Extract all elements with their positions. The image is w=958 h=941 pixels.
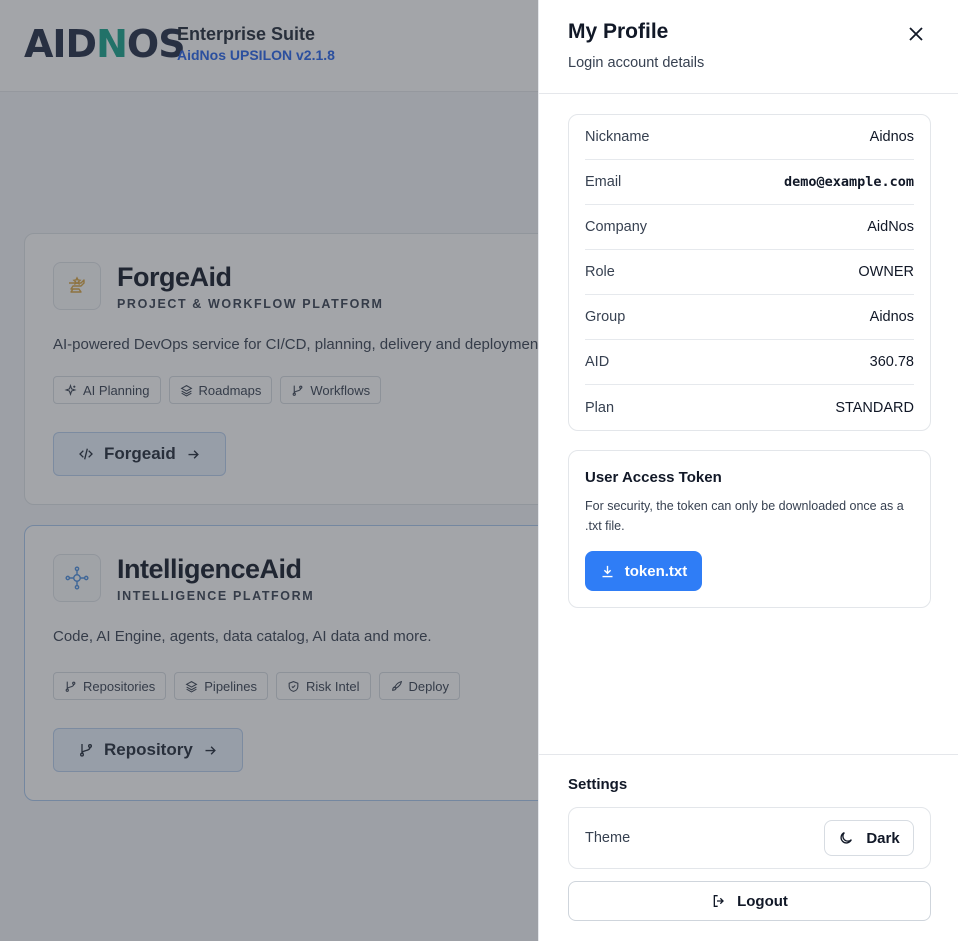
drawer-subtitle: Login account details: [568, 55, 705, 71]
profile-details: Nickname Aidnos Email demo@example.com C…: [568, 114, 931, 431]
theme-label: Theme: [585, 830, 631, 846]
logout-button[interactable]: Logout: [568, 881, 931, 921]
token-title: User Access Token: [585, 469, 722, 486]
download-token-button[interactable]: token.txt: [585, 551, 702, 591]
divider: [539, 754, 958, 755]
theme-toggle-button[interactable]: Dark: [824, 820, 914, 856]
theme-setting: Theme Dark: [568, 807, 931, 869]
close-icon: [909, 27, 923, 41]
profile-row-email: Email demo@example.com: [585, 160, 914, 205]
download-icon: [602, 565, 613, 577]
profile-row-aid: AID 360.78: [585, 340, 914, 385]
moon-icon: [840, 832, 853, 844]
profile-row-company: Company AidNos: [585, 205, 914, 250]
logout-icon: [713, 895, 725, 907]
profile-row-role: Role OWNER: [585, 250, 914, 295]
access-token-section: User Access Token For security, the toke…: [568, 450, 931, 608]
profile-row-group: Group Aidnos: [585, 295, 914, 340]
close-button[interactable]: [904, 22, 928, 46]
profile-drawer: My Profile Login account details Nicknam…: [538, 0, 958, 941]
profile-row-nickname: Nickname Aidnos: [585, 115, 914, 160]
drawer-title: My Profile: [568, 20, 669, 43]
token-description: For security, the token can only be down…: [585, 499, 904, 533]
profile-row-plan: Plan STANDARD: [585, 399, 914, 416]
settings-title: Settings: [568, 776, 628, 793]
drawer-header: My Profile Login account details: [539, 0, 958, 94]
